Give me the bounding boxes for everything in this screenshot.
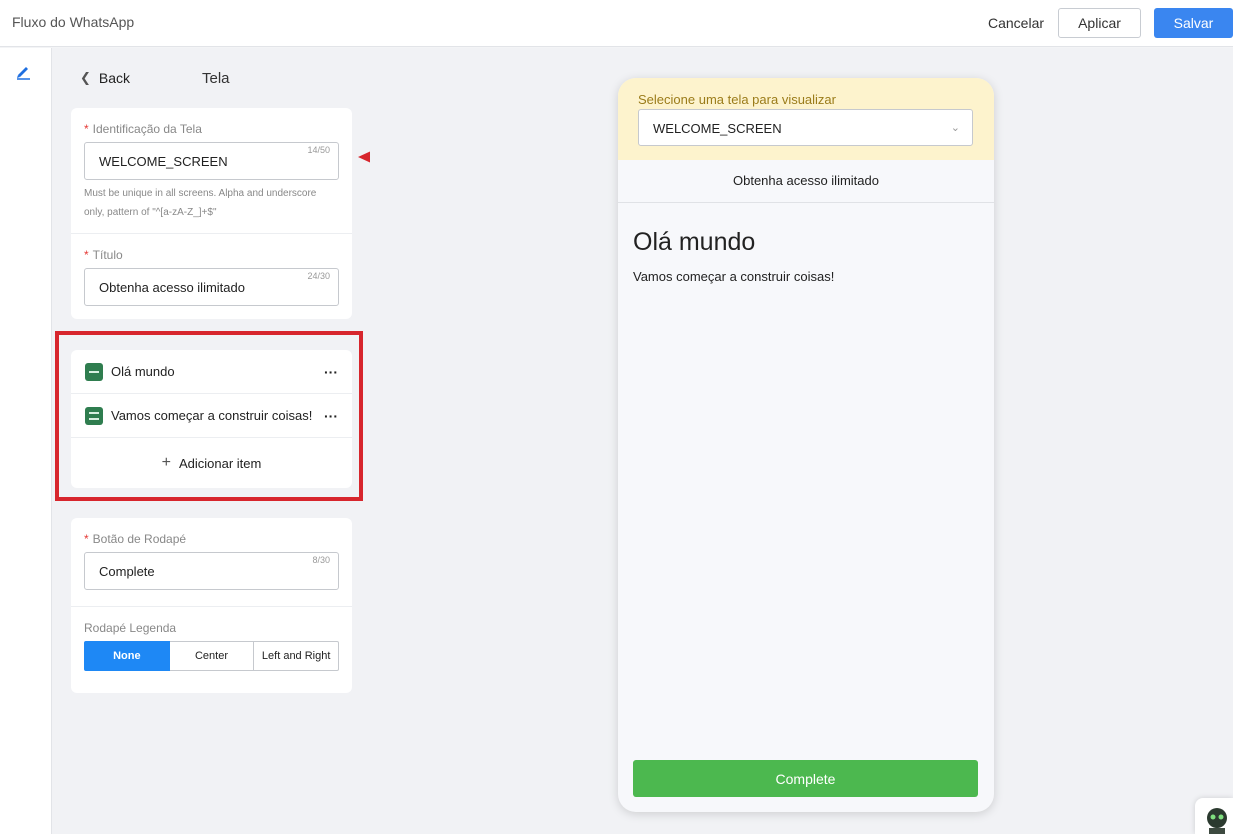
- screen-select-label: Selecione uma tela para visualizar: [638, 92, 836, 107]
- footer-caption-field-group: Rodapé Legenda None Center Left and Righ…: [71, 606, 352, 683]
- left-rail: [0, 48, 52, 834]
- screen-id-hint: Must be unique in all screens. Alpha and…: [84, 188, 317, 218]
- chevron-left-icon: ❮: [80, 70, 91, 85]
- footer-button-label: Botão de Rodapé: [92, 532, 187, 546]
- title-field-group: * Título Obtenha acesso ilimitado 24/30: [71, 233, 352, 318]
- app-title: Fluxo do WhatsApp: [12, 14, 135, 30]
- panel-title: Tela: [202, 70, 230, 87]
- robot-icon: [1207, 808, 1227, 834]
- complete-button[interactable]: Complete: [633, 760, 978, 797]
- pencil-icon[interactable]: [14, 62, 34, 82]
- screen-id-field-group: * Identificação da Tela WELCOME_SCREEN 14…: [71, 108, 352, 233]
- segment-center[interactable]: Center: [169, 641, 255, 671]
- back-button[interactable]: ❮ Back: [80, 70, 130, 86]
- footer-button-counter: 8/30: [312, 555, 330, 565]
- segment-none[interactable]: None: [84, 641, 170, 671]
- save-button[interactable]: Salvar: [1154, 8, 1233, 38]
- preview-screen-title: Obtenha acesso ilimitado: [618, 160, 994, 203]
- preview-heading: Olá mundo: [633, 228, 756, 256]
- title-counter: 24/30: [307, 271, 330, 281]
- screen-select[interactable]: WELCOME_SCREEN ⌄: [638, 109, 973, 146]
- back-label: Back: [98, 70, 131, 86]
- screen-info-card: * Identificação da Tela WELCOME_SCREEN 14…: [71, 108, 352, 319]
- footer-card: * Botão de Rodapé Complete 8/30 Rodapé Le…: [71, 518, 352, 693]
- cancel-button[interactable]: Cancelar: [984, 8, 1048, 38]
- segment-left-and-right[interactable]: Left and Right: [254, 641, 340, 671]
- footer-caption-segmented-control: None Center Left and Right: [84, 641, 340, 671]
- footer-caption-label: Rodapé Legenda: [84, 621, 177, 635]
- screen-id-input[interactable]: WELCOME_SCREEN 14/50: [84, 142, 339, 180]
- apply-button[interactable]: Aplicar: [1058, 8, 1141, 38]
- screen-select-bar: Selecione uma tela para visualizar WELCO…: [618, 78, 994, 160]
- screen-id-label: Identificação da Tela: [92, 122, 202, 136]
- preview-body: Olá mundo Vamos começar a construir cois…: [618, 203, 994, 284]
- highlight-box: [55, 331, 363, 501]
- phone-preview: Selecione uma tela para visualizar WELCO…: [618, 78, 994, 812]
- top-bar: Fluxo do WhatsApp Cancelar Aplicar Salva…: [0, 0, 1233, 47]
- assistant-avatar[interactable]: [1195, 798, 1233, 834]
- title-label: Título: [92, 248, 123, 262]
- chevron-down-icon: ⌄: [950, 122, 960, 134]
- preview-body-text: Vamos começar a construir coisas!: [633, 269, 835, 284]
- title-input[interactable]: Obtenha acesso ilimitado 24/30: [84, 268, 339, 306]
- footer-button-input[interactable]: Complete 8/30: [84, 552, 339, 590]
- screen-id-counter: 14/50: [307, 145, 330, 155]
- footer-button-field-group: * Botão de Rodapé Complete 8/30: [71, 518, 352, 606]
